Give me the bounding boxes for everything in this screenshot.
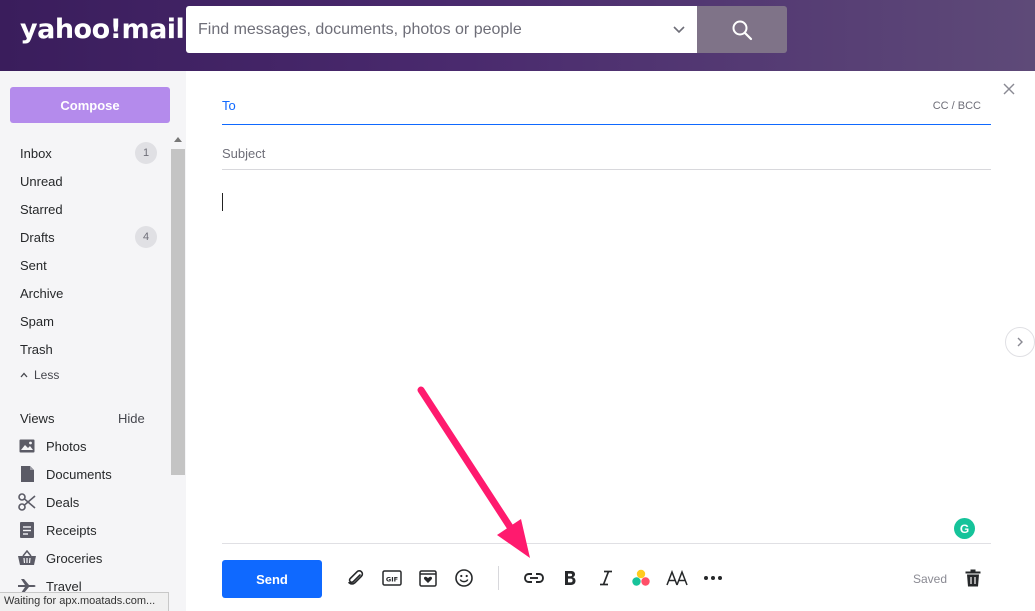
view-item-groceries[interactable]: Groceries [18, 547, 158, 569]
to-row: To CC / BCC [222, 92, 991, 125]
text-color-button[interactable] [629, 566, 653, 590]
sidebar-item-drafts[interactable]: Drafts 4 [20, 226, 157, 248]
font-size-icon [666, 570, 688, 586]
font-size-button[interactable] [665, 566, 689, 590]
sidebar-item-archive[interactable]: Archive [20, 282, 150, 304]
discard-draft-button[interactable] [961, 566, 985, 590]
app-header: yahoo!mail [0, 0, 1035, 71]
body-divider [222, 543, 991, 544]
cc-bcc-link[interactable]: CC / BCC [933, 100, 981, 112]
gif-icon: GIF [382, 570, 402, 586]
sidebar-item-label: Starred [20, 201, 63, 217]
drafts-count-badge: 4 [135, 226, 157, 248]
sidebar-item-label: Sent [20, 257, 47, 273]
grammarly-icon[interactable]: G [954, 518, 975, 539]
sidebar-item-label: Trash [20, 341, 53, 357]
view-item-label: Receipts [46, 522, 97, 538]
view-item-documents[interactable]: Documents [18, 463, 158, 485]
views-heading: Views [20, 411, 55, 426]
italic-icon [600, 570, 612, 586]
scissors-icon [18, 493, 36, 511]
sidebar: Compose Inbox 1 Unread Starred Drafts 4 … [0, 71, 186, 611]
view-item-label: Groceries [46, 550, 103, 566]
browser-status-bar: Waiting for apx.moatads.com... [0, 592, 169, 611]
sidebar-item-label: Unread [20, 173, 63, 189]
send-button[interactable]: Send [222, 560, 322, 598]
more-icon [704, 576, 722, 580]
document-icon [18, 465, 36, 483]
text-cursor [222, 193, 223, 211]
emoji-button[interactable] [452, 566, 476, 590]
sidebar-item-inbox[interactable]: Inbox 1 [20, 142, 157, 164]
sidebar-item-label: Drafts [20, 229, 55, 245]
view-item-label: Photos [46, 438, 87, 454]
sidebar-scrollbar[interactable] [171, 137, 185, 611]
basket-icon [18, 549, 36, 567]
sidebar-item-sent[interactable]: Sent [20, 254, 150, 276]
receipt-icon [18, 521, 36, 539]
photo-icon [18, 437, 36, 455]
to-label: To [222, 98, 236, 113]
trash-icon [965, 569, 981, 587]
view-item-photos[interactable]: Photos [18, 435, 158, 457]
view-item-label: Deals [46, 494, 80, 510]
emoji-icon [455, 569, 473, 587]
unread-count-badge: 1 [135, 142, 157, 164]
view-item-receipts[interactable]: Receipts [18, 519, 158, 541]
sidebar-item-label: Spam [20, 313, 54, 329]
search-icon [732, 20, 753, 40]
bold-icon [565, 571, 576, 585]
expand-panel-button[interactable] [1005, 327, 1035, 357]
hide-views-link[interactable]: Hide [118, 411, 145, 426]
gif-button[interactable]: GIF [380, 566, 404, 590]
insert-link-button[interactable] [522, 566, 546, 590]
subject-row [222, 137, 991, 170]
less-toggle[interactable]: Less [20, 368, 59, 382]
close-icon[interactable] [1002, 82, 1016, 96]
chevron-down-icon[interactable] [671, 21, 687, 37]
search-button[interactable] [697, 6, 787, 53]
less-label: Less [34, 368, 60, 382]
sticker-button[interactable] [416, 566, 440, 590]
scrollbar-thumb[interactable] [171, 149, 185, 475]
attach-button[interactable] [344, 566, 368, 590]
search-input[interactable] [186, 6, 656, 53]
bold-button[interactable] [558, 566, 582, 590]
yahoo-mail-logo[interactable]: yahoo!mail [20, 14, 185, 45]
svg-text:GIF: GIF [386, 576, 398, 584]
view-item-label: Documents [46, 466, 112, 482]
attach-icon [348, 570, 364, 585]
color-icon [632, 569, 650, 586]
search-box [186, 6, 697, 53]
toolbar-separator [498, 566, 499, 590]
sidebar-item-label: Archive [20, 285, 64, 301]
italic-button[interactable] [594, 566, 618, 590]
sidebar-item-spam[interactable]: Spam [20, 310, 150, 332]
message-body[interactable] [222, 185, 991, 542]
sidebar-item-starred[interactable]: Starred [20, 198, 150, 220]
scroll-up-arrow-icon[interactable] [174, 137, 182, 142]
chevron-up-icon [20, 372, 28, 378]
sticker-icon [419, 570, 437, 587]
chevron-right-icon [1017, 337, 1023, 347]
compose-button[interactable]: Compose [10, 87, 170, 123]
sidebar-item-unread[interactable]: Unread [20, 170, 150, 192]
sidebar-item-trash[interactable]: Trash [20, 338, 150, 360]
view-item-deals[interactable]: Deals [18, 491, 158, 513]
link-icon [524, 573, 544, 583]
more-options-button[interactable] [701, 566, 725, 590]
subject-input[interactable] [222, 141, 982, 165]
sidebar-item-label: Inbox [20, 145, 52, 161]
saved-status: Saved [913, 572, 948, 586]
to-input[interactable] [252, 94, 932, 120]
